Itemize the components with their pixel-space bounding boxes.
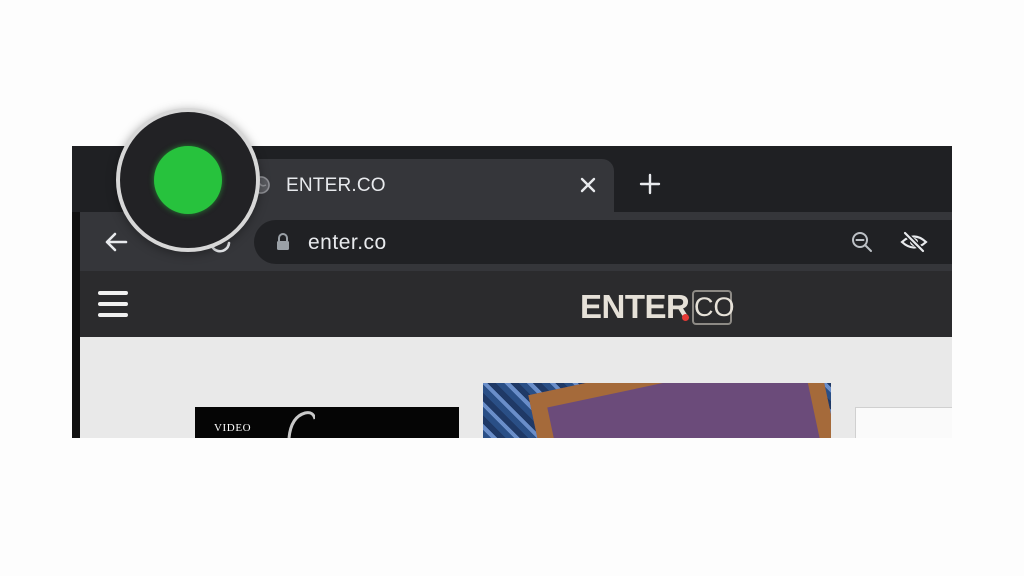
hamburger-icon[interactable] bbox=[98, 291, 128, 317]
article-card-right[interactable] bbox=[855, 407, 952, 438]
site-header: ENTER CO bbox=[72, 271, 952, 337]
video-label: VIDEO bbox=[214, 422, 252, 434]
video-card[interactable]: VIDEO bbox=[195, 407, 459, 438]
tab-title: ENTER.CO bbox=[286, 175, 386, 196]
fullscreen-button[interactable] bbox=[154, 146, 222, 214]
video-thumbnail-shape bbox=[287, 411, 315, 438]
zoom-out-icon[interactable] bbox=[850, 230, 874, 254]
magnifier-lens bbox=[116, 108, 260, 252]
address-bar[interactable]: enter.co bbox=[254, 220, 952, 264]
article-image-card[interactable] bbox=[483, 383, 831, 438]
logo-main: ENTER bbox=[580, 288, 690, 325]
close-icon[interactable] bbox=[576, 173, 600, 197]
logo-suffix: CO bbox=[692, 290, 735, 325]
page-content: VIDEO bbox=[80, 337, 952, 438]
left-edge-strip bbox=[72, 212, 80, 438]
logo-dot bbox=[682, 314, 689, 321]
article-image-frame bbox=[528, 383, 831, 438]
url-text[interactable]: enter.co bbox=[308, 231, 387, 255]
lock-icon[interactable] bbox=[274, 232, 292, 252]
eye-slash-icon[interactable] bbox=[900, 230, 928, 254]
arrow-left-icon[interactable] bbox=[100, 226, 132, 258]
plus-icon[interactable] bbox=[638, 172, 662, 196]
tab-enter-co[interactable]: ENTER.CO bbox=[238, 159, 614, 212]
